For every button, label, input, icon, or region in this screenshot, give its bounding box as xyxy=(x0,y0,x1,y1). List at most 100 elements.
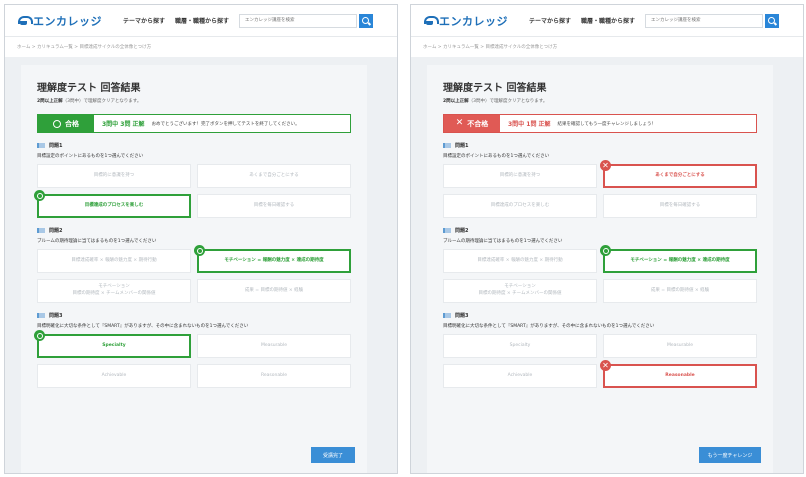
result-badge: 合格 xyxy=(38,115,94,132)
question-block: 問題2 ブルームの期待理論に当てはまるものを1つ選んでください 目標達成確率 × 報… xyxy=(443,227,757,303)
correct-mark-icon xyxy=(34,330,45,341)
page-body: 理解度テスト 回答結果 2問以上正解（3問中）で理解度クリアとなります。合格 3問中… xyxy=(5,57,397,473)
question-block: 問題2 ブルームの期待理論に当てはまるものを1つ選んでください 目標達成確率 × 報… xyxy=(37,227,351,303)
question-text: 目標設定のポイントにあるものを1つ選んでください xyxy=(37,154,144,159)
page-title: 理解度テスト 回答結果 xyxy=(37,83,141,94)
answer-option-label: 目標的に意識を持つ xyxy=(93,172,135,178)
global-nav: テーマから探す 職層・職種から探す xyxy=(123,16,229,25)
answer-option[interactable]: 目標達成確率 × 報酬の魅力度 × 期待行動 xyxy=(443,249,597,273)
question-heading: 問題3 xyxy=(443,312,757,319)
question-heading: 問題2 xyxy=(37,227,351,234)
retry-button[interactable]: もう一度チャレンジ xyxy=(699,447,761,463)
answer-option[interactable]: 目標を毎日確認する xyxy=(197,194,351,218)
answer-option[interactable]: 成果 = 目標の期待値 × 経験 xyxy=(603,279,757,303)
result-banner: 合格 3問中 3問 正解 おめでとうございます！完了ボタンを押してテストを終了してく… xyxy=(37,114,351,133)
question-icon xyxy=(443,313,451,318)
logo[interactable]: エンカレッジ xyxy=(17,13,117,29)
answer-option[interactable]: 目標を毎日確認する xyxy=(603,194,757,218)
answer-option-label: Measurable xyxy=(666,342,694,348)
result-label: 不合格 xyxy=(467,119,489,128)
answer-option[interactable]: Measurable xyxy=(197,334,351,358)
answer-option[interactable]: 目標達成のプロセスを楽しむ xyxy=(443,194,597,218)
answer-option[interactable]: Specialty xyxy=(443,334,597,358)
answer-option-label: モチベーション 目標の期待度 × チームメンバーの関係値 xyxy=(478,284,562,296)
search-input[interactable] xyxy=(645,13,764,28)
wrong-mark-icon: ✕ xyxy=(600,360,611,371)
site-header: エンカレッジ テーマから探す 職層・職種から探す xyxy=(411,5,803,37)
answer-option-label: Reasonable xyxy=(260,372,288,378)
answer-option-label: モチベーション = 報酬の魅力度 × 達成の期待度 xyxy=(224,257,324,263)
answer-option-label: Measurable xyxy=(260,342,288,348)
result-count: 3問中 1問 正解 xyxy=(508,121,551,128)
answer-option[interactable]: Achievable xyxy=(443,364,597,388)
nav-link[interactable]: 職層・職種から探す xyxy=(175,16,229,25)
logo[interactable]: エンカレッジ xyxy=(423,13,523,29)
score-note: 2問以上正解（3問中）で理解度クリアとなります。 xyxy=(443,98,757,104)
answer-option-label: モチベーション 目標の期待度 × チームメンバーの関係値 xyxy=(72,284,156,296)
answer-option-label: Achievable xyxy=(507,372,533,378)
search-icon[interactable] xyxy=(359,13,374,28)
wrong-mark-icon: ✕ xyxy=(600,160,611,171)
question-text: 目標設定のポイントにあるものを1つ選んでください xyxy=(443,154,550,159)
answer-option-label: Specialty xyxy=(509,342,531,348)
answer-option-label: Achievable xyxy=(101,372,127,378)
answer-option[interactable]: 成果 = 目標の期待値 × 経験 xyxy=(197,279,351,303)
complete-button[interactable]: 受講完了 xyxy=(311,447,355,463)
answer-option[interactable]: Achievable xyxy=(37,364,191,388)
answer-option-label: 目標達成確率 × 報酬の魅力度 × 期待行動 xyxy=(71,257,157,263)
option-grid: 目標達成確率 × 報酬の魅力度 × 期待行動 モチベーション = 報酬の魅力度 ×… xyxy=(443,245,757,303)
answer-option[interactable]: Specialty xyxy=(34,330,191,358)
answer-option[interactable]: Reasonable xyxy=(197,364,351,388)
question-text: 目標明確化に大切な条件として『SMART』がありますが、その中に含まれないものを… xyxy=(37,324,249,329)
answer-option[interactable]: モチベーション = 報酬の魅力度 × 達成の期待度 xyxy=(194,245,351,273)
answer-option[interactable]: 目標達成確率 × 報酬の魅力度 × 期待行動 xyxy=(37,249,191,273)
search-icon[interactable] xyxy=(765,13,780,28)
answer-option[interactable]: 目標的に意識を持つ xyxy=(443,164,597,188)
search-input[interactable] xyxy=(239,13,358,28)
answer-option[interactable]: ✕ Reasonable xyxy=(600,360,757,388)
option-grid: Specialty Measurable Achievable Reasonable xyxy=(34,330,351,388)
question-icon xyxy=(37,143,45,148)
answer-option[interactable]: ✕ あくまで自分ごとにする xyxy=(600,160,757,188)
question-heading: 問題2 xyxy=(443,227,757,234)
question-text: 目標明確化に大切な条件として『SMART』がありますが、その中に含まれないものを… xyxy=(443,324,655,329)
answer-option[interactable]: あくまで自分ごとにする xyxy=(197,164,351,188)
nav-link[interactable]: テーマから探す xyxy=(529,16,571,25)
option-grid: 目標的に意識を持つ あくまで自分ごとにする 目標達成のプロセスを楽しむ 目標を毎日確認… xyxy=(34,164,351,218)
score-note: 2問以上正解（3問中）で理解度クリアとなります。 xyxy=(37,98,351,104)
site-header: エンカレッジ テーマから探す 職層・職種から探す xyxy=(5,5,397,37)
breadcrumb[interactable]: ホーム > カリキュラム一覧 > 目標達成サイクルの全体像とつけ方 xyxy=(5,37,397,58)
page-body: 理解度テスト 回答結果 2問以上正解（3問中）で理解度クリアとなります。 ✕ 不合格 3… xyxy=(411,57,803,473)
score-note-bold: 2問以上正解 xyxy=(443,99,469,104)
nav-link[interactable]: 職層・職種から探す xyxy=(581,16,635,25)
question-icon xyxy=(37,313,45,318)
result-label: 合格 xyxy=(65,119,79,128)
option-grid: 目標的に意識を持つ ✕ あくまで自分ごとにする目標達成のプロセスを楽しむ 目標を毎日確… xyxy=(443,160,757,218)
correct-mark-icon xyxy=(34,190,45,201)
breadcrumb[interactable]: ホーム > カリキュラム一覧 > 目標達成サイクルの全体像とつけ方 xyxy=(411,37,803,58)
answer-option[interactable]: Measurable xyxy=(603,334,757,358)
answer-option[interactable]: 目標達成のプロセスを楽しむ xyxy=(34,190,191,218)
option-grid: 目標達成確率 × 報酬の魅力度 × 期待行動 モチベーション = 報酬の魅力度 ×… xyxy=(37,245,351,303)
answer-option[interactable]: モチベーション = 報酬の魅力度 × 達成の期待度 xyxy=(600,245,757,273)
correct-mark-icon xyxy=(600,245,611,256)
answer-option[interactable]: 目標的に意識を持つ xyxy=(37,164,191,188)
answer-option-label: モチベーション = 報酬の魅力度 × 達成の期待度 xyxy=(630,257,730,263)
answer-option[interactable]: モチベーション 目標の期待度 × チームメンバーの関係値 xyxy=(443,279,597,303)
question-number: 問題3 xyxy=(49,313,63,319)
answer-option[interactable]: モチベーション 目標の期待度 × チームメンバーの関係値 xyxy=(37,279,191,303)
question-number: 問題1 xyxy=(455,143,469,149)
question-number: 問題2 xyxy=(455,228,469,234)
answer-option-label: Specialty xyxy=(102,342,126,348)
logo-text: エンカレッジ xyxy=(33,14,102,28)
answer-option-label: 目標達成のプロセスを楽しむ xyxy=(490,202,550,208)
result-message: おめでとうございます！完了ボタンを押してテストを終了してください。 xyxy=(151,121,300,127)
question-number: 問題2 xyxy=(49,228,63,234)
question-icon xyxy=(443,143,451,148)
question-block: 問題1 目標設定のポイントにあるものを1つ選んでください 目標的に意識を持つ あくまで… xyxy=(34,142,351,218)
score-note-rest: （3問中）で理解度クリアとなります。 xyxy=(468,99,548,104)
question-heading: 問題3 xyxy=(37,312,351,319)
answer-option-label: 目標達成確率 × 報酬の魅力度 × 期待行動 xyxy=(477,257,563,263)
logo-text: エンカレッジ xyxy=(439,14,508,28)
nav-link[interactable]: テーマから探す xyxy=(123,16,165,25)
